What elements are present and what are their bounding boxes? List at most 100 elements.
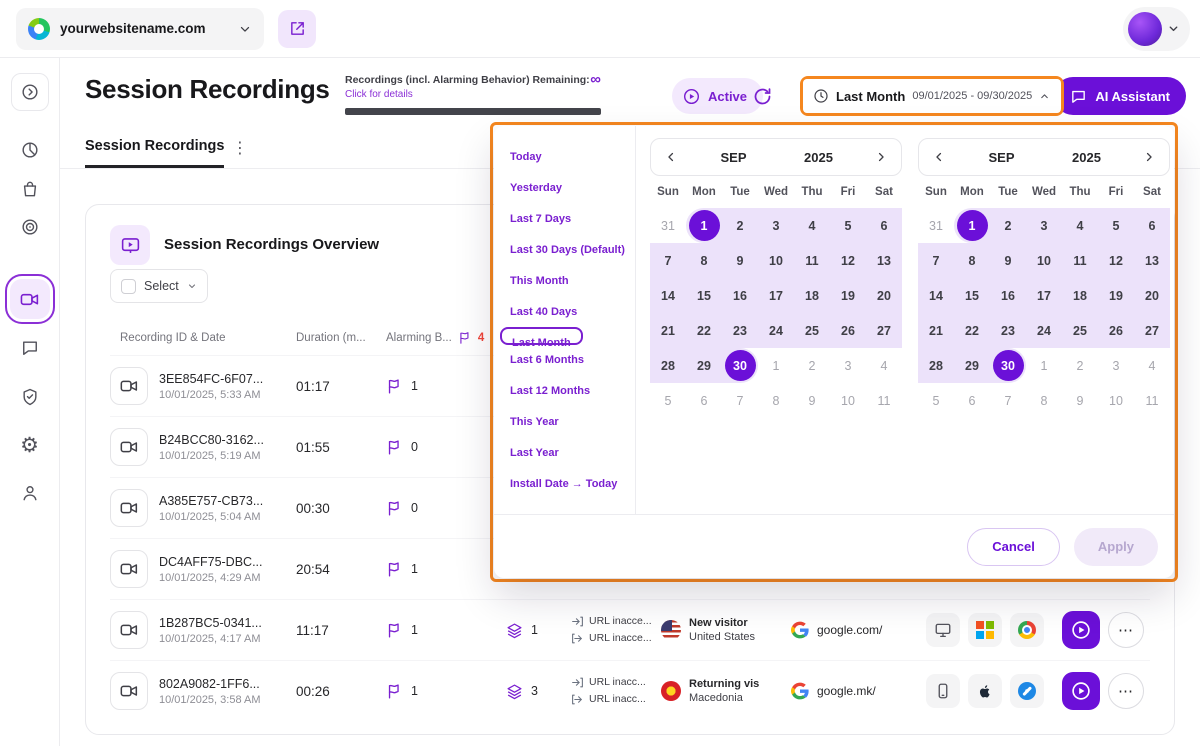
entry-url[interactable]: URL inacce... <box>571 613 661 630</box>
day-cell[interactable]: 1 <box>758 348 794 383</box>
website-selector[interactable]: yourwebsitename.com <box>16 8 264 50</box>
day-cell[interactable]: 16 <box>990 278 1026 313</box>
preset-last-30-days-default-[interactable]: Last 30 Days (Default) <box>510 241 625 259</box>
day-cell[interactable]: 10 <box>1098 383 1134 418</box>
day-cell[interactable]: 3 <box>1098 348 1134 383</box>
recording-thumbnail-button[interactable] <box>110 489 148 527</box>
day-cell[interactable]: 5 <box>918 383 954 418</box>
preset-last-7-days[interactable]: Last 7 Days <box>510 210 571 228</box>
recording-thumbnail-button[interactable] <box>110 611 148 649</box>
day-cell[interactable]: 1 <box>686 208 722 243</box>
sidebar-item-record[interactable] <box>11 208 49 246</box>
details-link[interactable]: Click for details <box>345 89 601 100</box>
open-website-button[interactable] <box>278 10 316 48</box>
day-cell[interactable]: 5 <box>1098 208 1134 243</box>
day-cell[interactable]: 15 <box>686 278 722 313</box>
preset-install-date-today[interactable]: Install Date → Today <box>510 475 617 493</box>
day-cell[interactable]: 22 <box>686 313 722 348</box>
sidebar-item-settings[interactable]: ⚙ <box>11 426 49 464</box>
preset-last-year[interactable]: Last Year <box>510 444 559 462</box>
day-cell[interactable]: 7 <box>650 243 686 278</box>
col-recording-id-date[interactable]: Recording ID & Date <box>110 332 296 344</box>
preset-yesterday[interactable]: Yesterday <box>510 179 562 197</box>
day-cell[interactable]: 21 <box>650 313 686 348</box>
day-cell[interactable]: 2 <box>722 208 758 243</box>
calendar-year[interactable]: 2025 <box>1044 150 1129 165</box>
ai-assistant-button[interactable]: AI Assistant <box>1054 77 1186 115</box>
day-cell[interactable]: 12 <box>1098 243 1134 278</box>
day-cell[interactable]: 31 <box>650 208 686 243</box>
day-cell[interactable]: 8 <box>1026 383 1062 418</box>
day-cell[interactable]: 5 <box>650 383 686 418</box>
exit-url[interactable]: URL inacce... <box>571 630 661 647</box>
day-cell[interactable]: 9 <box>1062 383 1098 418</box>
play-recording-button[interactable] <box>1062 672 1100 710</box>
day-cell[interactable]: 11 <box>866 383 902 418</box>
preset-last-month[interactable]: Last Month <box>500 327 583 345</box>
preset-this-month[interactable]: This Month <box>510 272 569 290</box>
day-cell[interactable]: 10 <box>1026 243 1062 278</box>
day-cell[interactable]: 2 <box>990 208 1026 243</box>
sidebar-item-session-recordings[interactable] <box>10 279 50 319</box>
day-cell[interactable]: 28 <box>918 348 954 383</box>
calendar-prev-button[interactable] <box>651 139 691 175</box>
day-cell[interactable]: 25 <box>794 313 830 348</box>
apply-button[interactable]: Apply <box>1074 528 1158 566</box>
day-cell[interactable]: 7 <box>918 243 954 278</box>
calendar-prev-button[interactable] <box>919 139 959 175</box>
day-cell[interactable]: 31 <box>918 208 954 243</box>
entry-url[interactable]: URL inacc... <box>571 674 661 691</box>
day-cell[interactable]: 18 <box>1062 278 1098 313</box>
day-cell[interactable]: 24 <box>1026 313 1062 348</box>
preset-last-12-months[interactable]: Last 12 Months <box>510 382 590 400</box>
preset-last-6-months[interactable]: Last 6 Months <box>510 351 584 369</box>
tab-menu-button[interactable]: ⋮ <box>232 138 248 158</box>
day-cell[interactable]: 27 <box>866 313 902 348</box>
refresh-button[interactable] <box>750 84 775 109</box>
select-checkbox[interactable] <box>121 279 136 294</box>
day-cell[interactable]: 11 <box>1062 243 1098 278</box>
sidebar-item-users[interactable] <box>11 474 49 512</box>
day-cell[interactable]: 30 <box>990 348 1026 383</box>
recording-thumbnail-button[interactable] <box>110 367 148 405</box>
day-cell[interactable]: 13 <box>1134 243 1170 278</box>
day-cell[interactable]: 6 <box>866 208 902 243</box>
day-cell[interactable]: 9 <box>722 243 758 278</box>
play-recording-button[interactable] <box>1062 611 1100 649</box>
sidebar-item-feedback[interactable] <box>11 329 49 367</box>
day-cell[interactable]: 26 <box>830 313 866 348</box>
day-cell[interactable]: 19 <box>1098 278 1134 313</box>
day-cell[interactable]: 1 <box>1026 348 1062 383</box>
date-range-button[interactable]: Last Month 09/01/2025 - 09/30/2025 <box>803 79 1061 113</box>
select-dropdown[interactable]: Select <box>110 269 208 303</box>
day-cell[interactable]: 6 <box>954 383 990 418</box>
table-row[interactable]: 1B287BC5-0341...10/01/2025, 4:17 AM11:17… <box>110 599 1150 660</box>
exit-url[interactable]: URL inacc... <box>571 691 661 708</box>
day-cell[interactable]: 1 <box>954 208 990 243</box>
day-cell[interactable]: 4 <box>1134 348 1170 383</box>
day-cell[interactable]: 5 <box>830 208 866 243</box>
day-cell[interactable]: 18 <box>794 278 830 313</box>
day-cell[interactable]: 14 <box>918 278 954 313</box>
day-cell[interactable]: 23 <box>722 313 758 348</box>
calendar-next-button[interactable] <box>861 139 901 175</box>
sidebar-item-dashboard[interactable] <box>11 131 49 169</box>
sidebar-toggle-icon[interactable] <box>11 73 49 111</box>
day-cell[interactable]: 17 <box>758 278 794 313</box>
day-cell[interactable]: 4 <box>1062 208 1098 243</box>
cancel-button[interactable]: Cancel <box>967 528 1060 566</box>
day-cell[interactable]: 26 <box>1098 313 1134 348</box>
day-cell[interactable]: 3 <box>1026 208 1062 243</box>
day-cell[interactable]: 25 <box>1062 313 1098 348</box>
day-cell[interactable]: 14 <box>650 278 686 313</box>
day-cell[interactable]: 20 <box>1134 278 1170 313</box>
day-cell[interactable]: 7 <box>990 383 1026 418</box>
day-cell[interactable]: 30 <box>722 348 758 383</box>
day-cell[interactable]: 15 <box>954 278 990 313</box>
day-cell[interactable]: 4 <box>794 208 830 243</box>
day-cell[interactable]: 6 <box>686 383 722 418</box>
recording-thumbnail-button[interactable] <box>110 428 148 466</box>
day-cell[interactable]: 3 <box>830 348 866 383</box>
table-row[interactable]: 802A9082-1FF6...10/01/2025, 3:58 AM00:26… <box>110 660 1150 721</box>
day-cell[interactable]: 7 <box>722 383 758 418</box>
